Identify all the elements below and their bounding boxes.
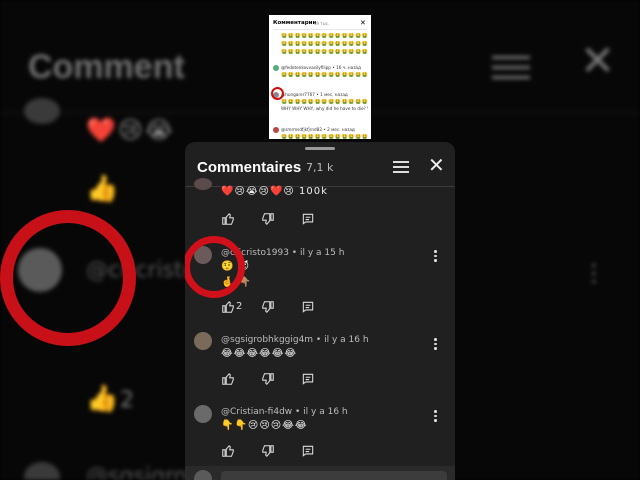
thumb-extra-text: WHY WHY WHY, why did he have to die? WHY… — [281, 106, 368, 111]
thumb-close-icon: ✕ — [360, 19, 366, 27]
comment-actions — [221, 212, 321, 226]
dislike-icon[interactable] — [261, 212, 275, 226]
thumb-author: @hungarer7767 • 1 мес. назад — [281, 92, 348, 97]
panel-title: Commentaires — [197, 159, 302, 176]
bg-close-icon: ✕ — [580, 36, 616, 85]
like-count: 2 — [236, 301, 243, 312]
comment-body: 👇👇😢😢😢😂😂 — [221, 420, 308, 431]
like-icon[interactable] — [221, 212, 235, 226]
comment-actions — [221, 372, 321, 386]
bg-like-count: 2 — [120, 388, 134, 413]
highlight-ring-large — [0, 210, 136, 346]
like-icon[interactable] — [221, 372, 235, 386]
thumb-emoji-row: 🤮🤮🤮🤮🤮🤮🤮🤮🤮🤮🤮🤮🤮🤮 — [281, 72, 368, 78]
like-icon[interactable] — [221, 300, 235, 314]
comment-actions — [221, 444, 321, 458]
reply-icon[interactable] — [301, 444, 315, 458]
sort-filter-icon[interactable] — [393, 160, 409, 174]
comment-input-bar[interactable] — [185, 466, 455, 480]
bg-more-icon: · · · — [590, 252, 598, 296]
dislike-icon[interactable] — [261, 444, 275, 458]
bg-avatar — [24, 98, 60, 124]
avatar[interactable] — [194, 332, 212, 350]
bg-filter-icon — [492, 50, 530, 86]
reply-icon[interactable] — [301, 372, 315, 386]
thumb-title: Комментарии — [273, 20, 317, 26]
comment-count: 7,1 k — [306, 161, 334, 174]
close-icon[interactable]: ✕ — [428, 155, 445, 175]
thumb-emoji-row: 🤮🤮🤮🤮🤮🤮🤮🤮🤮🤮🤮🤮🤮🤮 — [281, 49, 368, 55]
highlight-ring — [185, 236, 245, 298]
more-options-icon[interactable] — [434, 410, 438, 424]
more-options-icon[interactable] — [434, 250, 438, 264]
reply-icon[interactable] — [301, 300, 315, 314]
bg-thumb-up-icon-2: 👍 — [86, 384, 119, 414]
comment-body: ❤️😢😭😢❤️😢 100k — [221, 186, 328, 197]
thumb-avatar — [273, 127, 279, 133]
comment-author[interactable]: @sgsigrobhkggig4m • il y a 16 h — [221, 335, 369, 345]
thumb-emoji-row: 🤮🤮🤮🤮🤮🤮🤮🤮🤮🤮🤮🤮🤮🤮 — [281, 41, 368, 47]
comment-actions: 2 — [221, 300, 321, 314]
bg-title: Comment — [28, 48, 185, 86]
thumb-divider — [273, 29, 367, 30]
thumb-author: @fedotenkovvasilyfilipp • 16 ч. назад — [281, 65, 361, 70]
thumb-emoji-row: 🤮🤮🤮🤮🤮🤮🤮🤮🤮🤮🤮🤮🤮🤮 — [281, 33, 368, 39]
comments-panel: Commentaires 7,1 k ✕ ❤️😢😭😢❤️😢 100k @cric… — [185, 142, 455, 480]
more-options-icon[interactable] — [434, 338, 438, 352]
bg-thumb-up-icon: 👍 — [86, 174, 119, 204]
thumbnail-screenshot: Комментарии 39 тыс. ✕ 🤮🤮🤮🤮🤮🤮🤮🤮🤮🤮🤮🤮🤮🤮 🤮🤮🤮… — [269, 15, 371, 139]
bg-emojis: ❤️😢😭 — [86, 116, 175, 144]
comment-author[interactable]: @Cristian-fi4dw • il y a 16 h — [221, 407, 348, 417]
comment-body: 😂😂😂😂😂😂 — [221, 348, 298, 359]
thumb-emoji-row: 🤮🤮🤮🤮🤮🤮🤮🤮🤮🤮🤮🤮🤮🤮 — [281, 134, 368, 139]
comment-input[interactable] — [221, 471, 447, 480]
bg-avatar-3 — [24, 462, 60, 480]
drag-handle[interactable] — [305, 147, 335, 150]
dislike-icon[interactable] — [261, 300, 275, 314]
avatar[interactable] — [194, 405, 212, 423]
thumb-avatar — [273, 65, 279, 71]
like-icon[interactable] — [221, 444, 235, 458]
thumb-count: 39 тыс. — [314, 21, 330, 26]
thumb-author: @smrmsdfjkfjrnd82 • 2 мес. назад — [281, 127, 355, 132]
dislike-icon[interactable] — [261, 372, 275, 386]
thumb-emoji-row: 🤮🤮🤮🤮🤮🤮🤮🤮🤮🤮🤮🤮🤮🤮 — [281, 99, 368, 105]
avatar[interactable] — [194, 178, 212, 190]
reply-icon[interactable] — [301, 212, 315, 226]
thumb-highlight-ring — [271, 87, 284, 100]
